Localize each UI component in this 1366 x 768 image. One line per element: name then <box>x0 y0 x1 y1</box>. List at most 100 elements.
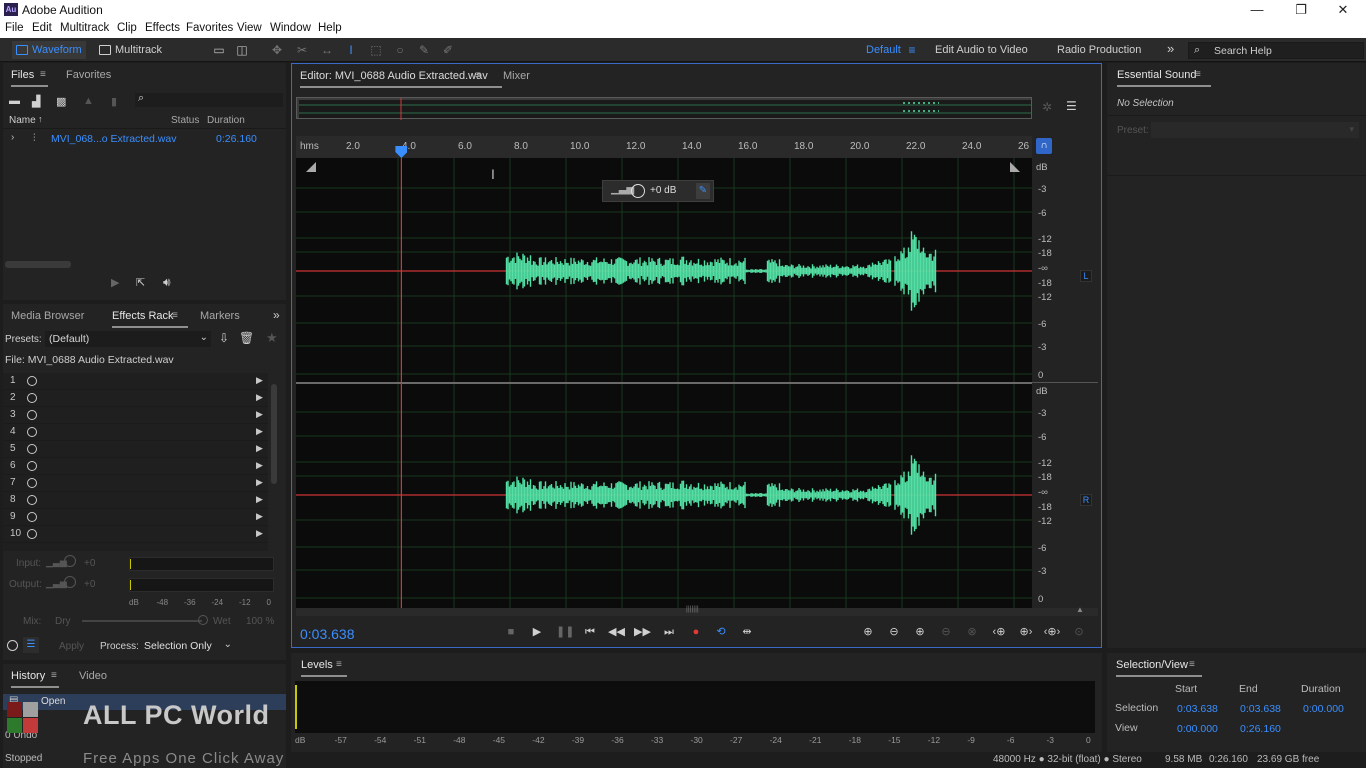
workspace-menu-icon[interactable]: ≡ <box>905 43 919 57</box>
hud-pin-icon[interactable]: ✎ <box>696 183 710 199</box>
effect-slot-arrow-icon[interactable]: ▶ <box>256 477 263 488</box>
menu-view[interactable]: View <box>237 22 262 34</box>
play-preview-icon[interactable]: ▶ <box>111 276 119 289</box>
effect-power-icon[interactable] <box>27 410 37 420</box>
menu-multitrack[interactable]: Multitrack <box>60 22 109 34</box>
tab-favorites[interactable]: Favorites <box>66 69 111 81</box>
tab-selection-view[interactable]: Selection/View <box>1116 659 1202 677</box>
workspace-default[interactable]: Default <box>866 44 901 56</box>
move-to-previous-button[interactable]: ⏮ <box>582 625 598 639</box>
effect-power-icon[interactable] <box>27 478 37 488</box>
slip-tool-icon[interactable]: ↔ <box>320 43 334 57</box>
move-tool-icon[interactable]: ✥ <box>270 43 284 57</box>
panel-menu-icon[interactable]: ≡ <box>40 69 46 80</box>
tab-files[interactable]: Files <box>11 69 49 87</box>
effect-slot[interactable]: 5 ▶ <box>3 441 268 458</box>
input-gain-value[interactable]: +0 <box>84 558 95 569</box>
import-file-icon[interactable]: ▟ <box>32 95 40 108</box>
view-start[interactable]: 0:00.000 <box>1177 723 1218 735</box>
selection-start[interactable]: 0:03.638 <box>1177 703 1218 715</box>
loop-playback-button[interactable]: ⟲ <box>713 625 729 639</box>
file-list-item[interactable]: › ⫶ MVI_068...o Extracted.wav 0:26.160 <box>3 131 286 147</box>
waveform-display[interactable]: ▁▃▅ +0 dB ✎ I <box>296 158 1032 608</box>
tab-mixer[interactable]: Mixer <box>503 70 530 82</box>
zoom-in-amplitude-icon[interactable]: ⊕ <box>858 625 878 639</box>
effect-power-icon[interactable] <box>27 461 37 471</box>
stop-button[interactable]: ■ <box>503 625 519 639</box>
editor-scrollbar[interactable]: ||||||| ▲ <box>296 605 1098 616</box>
lasso-tool-icon[interactable]: ○ <box>393 43 407 57</box>
effect-slot-arrow-icon[interactable]: ▶ <box>256 392 263 403</box>
open-file-icon[interactable]: ▬ <box>9 95 20 107</box>
move-to-next-button[interactable]: ⏭ <box>661 625 677 639</box>
effects-scrollbar[interactable] <box>271 384 277 484</box>
more-workspaces-button[interactable]: » <box>1167 41 1174 56</box>
output-gain-value[interactable]: +0 <box>84 579 95 590</box>
time-selection-tool-icon[interactable]: I <box>344 43 358 57</box>
zoom-in-at-out-point-icon[interactable]: ⊕› <box>1016 625 1036 639</box>
play-button[interactable]: ▶ <box>529 625 545 639</box>
selview-menu-icon[interactable]: ≡ <box>1189 659 1195 670</box>
mix-slider-track[interactable] <box>82 620 202 622</box>
zoom-navigator[interactable] <box>296 97 1032 120</box>
effect-slot[interactable]: 3 ▶ <box>3 407 268 424</box>
rack-list-icon[interactable]: ☰ <box>23 637 39 653</box>
menu-help[interactable]: Help <box>318 22 342 34</box>
autoplay-speaker-icon[interactable]: 🔊︎ <box>163 275 171 290</box>
effect-slot[interactable]: 8 ▶ <box>3 492 268 509</box>
levels-menu-icon[interactable]: ≡ <box>336 659 342 670</box>
expand-chevron-icon[interactable]: › <box>11 132 14 143</box>
hud-volume-control[interactable]: ▁▃▅ +0 dB ✎ <box>602 180 714 202</box>
tab-media-browser[interactable]: Media Browser <box>11 310 84 322</box>
zoom-to-selection-icon[interactable]: ‹⊕› <box>1042 625 1062 639</box>
rack-power-icon[interactable] <box>7 640 18 651</box>
tab-markers[interactable]: Markers <box>200 310 240 322</box>
headphones-monitor-icon[interactable]: ∩ <box>1036 138 1052 154</box>
effect-slot-arrow-icon[interactable]: ▶ <box>256 409 263 420</box>
record-button[interactable]: ● <box>688 625 704 639</box>
output-gain-knob[interactable] <box>64 576 76 588</box>
mix-value[interactable]: 100 % <box>246 616 274 627</box>
column-duration[interactable]: Duration <box>207 115 245 126</box>
zoom-in-at-in-point-icon[interactable]: ‹⊕ <box>989 625 1009 639</box>
search-help-field[interactable]: ⌕ Search Help <box>1188 42 1364 59</box>
history-menu-icon[interactable]: ≡ <box>51 670 57 681</box>
skip-selection-button[interactable]: ⇹ <box>739 625 755 639</box>
favorite-star-icon[interactable]: ★ <box>266 330 278 346</box>
spectral-display-icon[interactable]: ▭ <box>212 43 226 57</box>
rewind-button[interactable]: ◀◀ <box>608 625 625 639</box>
effect-power-icon[interactable] <box>27 529 37 539</box>
waveform-view-button[interactable]: Waveform <box>12 41 86 59</box>
save-preset-icon[interactable]: ⇩ <box>219 331 229 345</box>
brush-tool-icon[interactable]: ✎ <box>417 43 431 57</box>
menu-window[interactable]: Window <box>270 22 311 34</box>
effect-slot-arrow-icon[interactable]: ▶ <box>256 375 263 386</box>
effect-slot-arrow-icon[interactable]: ▶ <box>256 460 263 471</box>
tab-editor[interactable]: Editor: MVI_0688 Audio Extracted.wav <box>300 70 502 88</box>
multitrack-view-button[interactable]: Multitrack <box>95 41 166 59</box>
left-channel-toggle[interactable]: L <box>1080 270 1092 282</box>
panel-options-icon[interactable]: ☰ <box>1066 99 1077 113</box>
loop-preview-icon[interactable]: ⇱ <box>136 276 145 289</box>
fast-forward-button[interactable]: ▶▶ <box>634 625 651 639</box>
minimize-button[interactable]: — <box>1234 0 1280 20</box>
menu-effects[interactable]: Effects <box>145 22 180 34</box>
close-button[interactable]: ✕ <box>1320 0 1366 20</box>
workspace-edit-audio-to-video[interactable]: Edit Audio to Video <box>935 44 1028 56</box>
effect-power-icon[interactable] <box>27 393 37 403</box>
effect-slot-arrow-icon[interactable]: ▶ <box>256 443 263 454</box>
hud-gain-value[interactable]: +0 dB <box>650 185 676 196</box>
effect-slot-arrow-icon[interactable]: ▶ <box>256 528 263 539</box>
pitch-display-icon[interactable]: ◫ <box>235 43 249 57</box>
zoom-in-time-icon[interactable]: ⊕ <box>910 625 930 639</box>
editor-panel-menu-icon[interactable]: ≡ <box>475 70 481 81</box>
zoom-out-amplitude-icon[interactable]: ⊖ <box>884 625 904 639</box>
selection-end[interactable]: 0:03.638 <box>1240 703 1281 715</box>
zoom-reset-icon[interactable]: ⊙ <box>1069 625 1089 639</box>
more-panels-icon[interactable]: » <box>273 308 280 322</box>
process-dropdown[interactable]: Selection Only ⌄ <box>141 638 235 654</box>
preset-dropdown[interactable]: ▾ <box>1151 122 1359 138</box>
effect-power-icon[interactable] <box>27 444 37 454</box>
effect-power-icon[interactable] <box>27 376 37 386</box>
marquee-tool-icon[interactable]: ⬚ <box>369 43 383 57</box>
